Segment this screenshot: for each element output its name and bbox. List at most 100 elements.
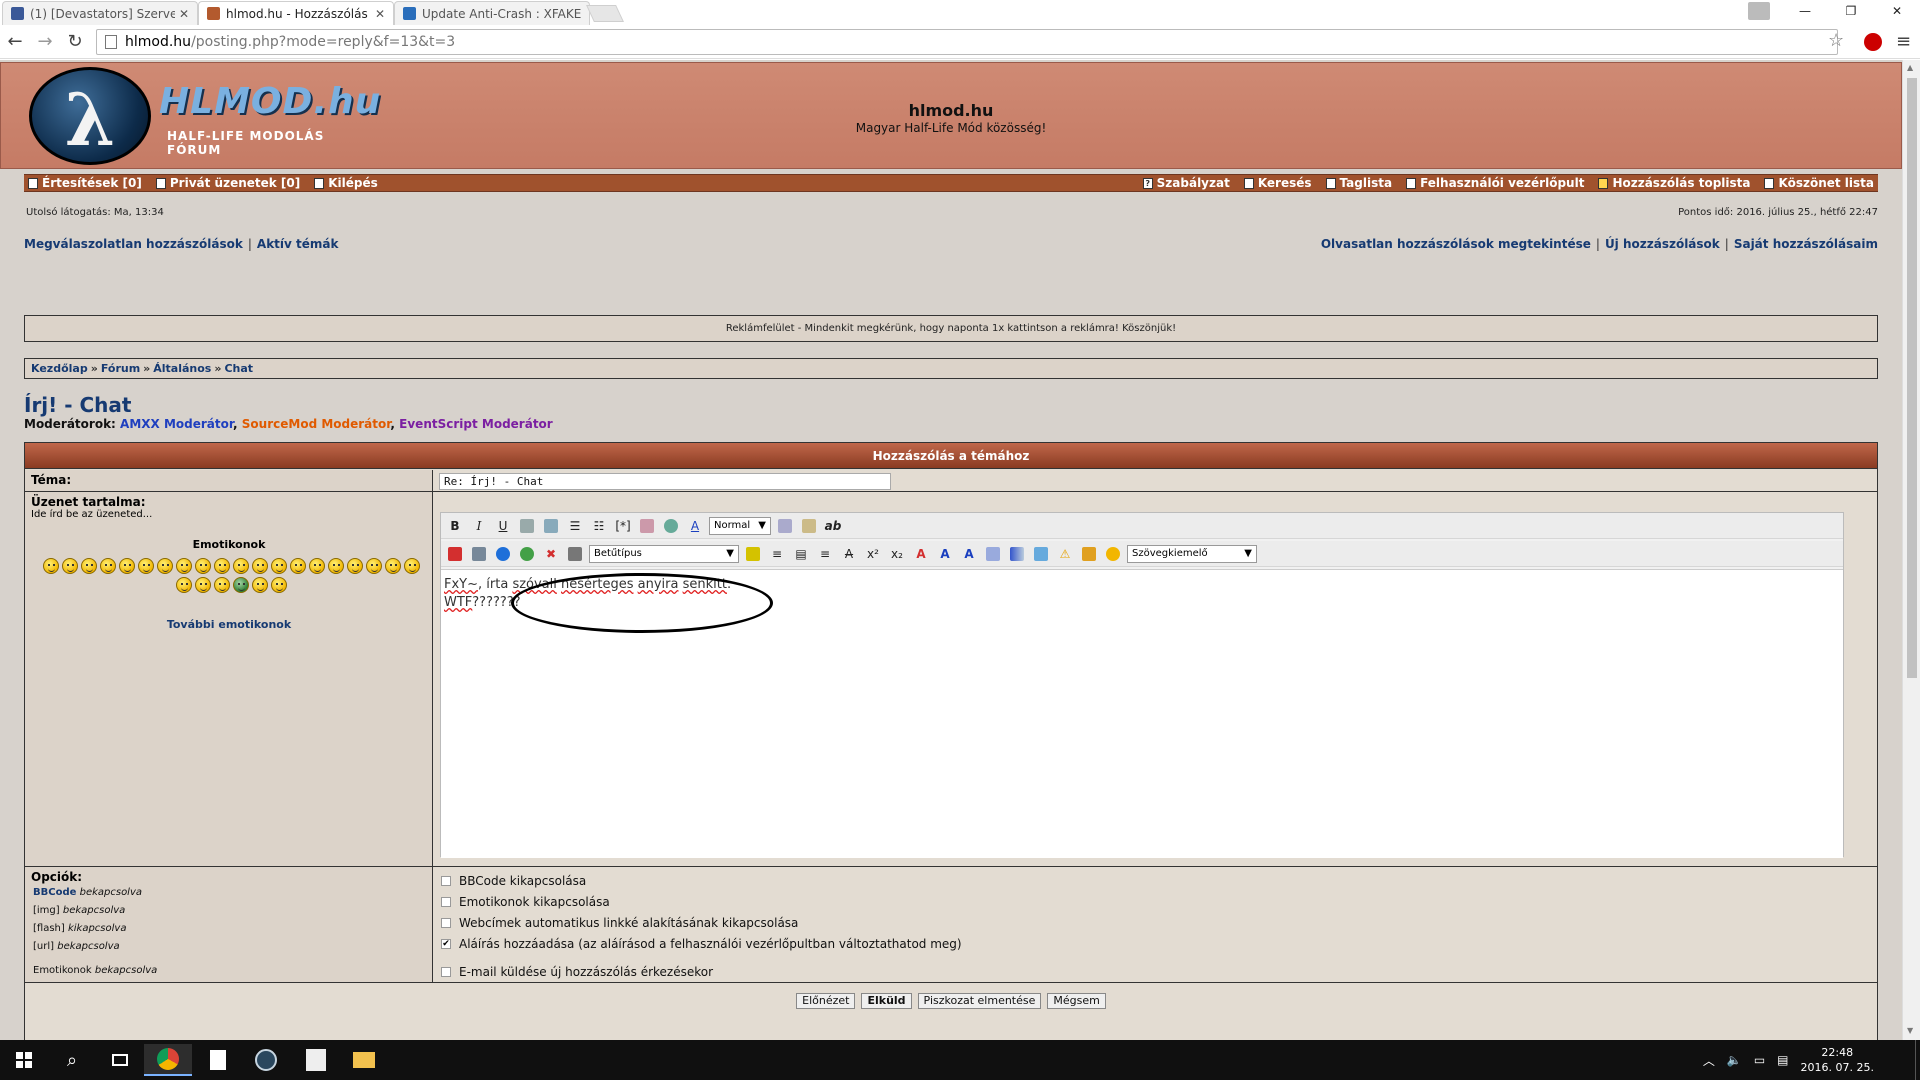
checkbox[interactable] bbox=[441, 876, 451, 886]
new-tab-button[interactable] bbox=[586, 5, 624, 22]
glow-text-icon[interactable]: A bbox=[959, 544, 979, 564]
smiley-icon[interactable] bbox=[61, 558, 78, 574]
quote-icon[interactable] bbox=[517, 516, 537, 536]
smiley-icon[interactable] bbox=[270, 558, 287, 574]
disable-magic-url-option[interactable]: Webcímek automatikus linkké alakításának… bbox=[441, 916, 798, 930]
green-smiley-icon[interactable] bbox=[232, 577, 249, 593]
reload-icon[interactable]: ↻ bbox=[60, 31, 90, 52]
smiley-icon[interactable] bbox=[118, 558, 135, 574]
disable-emoticons-option[interactable]: Emotikonok kikapcsolása bbox=[441, 895, 610, 909]
underline-icon[interactable]: U bbox=[493, 516, 513, 536]
warning-icon[interactable]: ⚠ bbox=[1055, 544, 1075, 564]
browser-tab-hlmod[interactable]: hlmod.hu - Hozzászólás a ✕ bbox=[198, 1, 394, 25]
link-icon[interactable] bbox=[661, 516, 681, 536]
nav-post-toplist[interactable]: Hozzászólás toplista bbox=[1598, 176, 1750, 190]
unanswered-posts-link[interactable]: Megválaszolatlan hozzászólások bbox=[24, 237, 243, 251]
nav-search[interactable]: Keresés bbox=[1243, 176, 1312, 190]
breadcrumb-chat[interactable]: Chat bbox=[224, 362, 253, 375]
scroll-down-icon[interactable]: ▼ bbox=[1907, 1026, 1913, 1035]
nav-private-messages[interactable]: Privát üzenetek [0] bbox=[155, 176, 300, 190]
breadcrumb-forum[interactable]: Fórum bbox=[101, 362, 140, 375]
topic-title[interactable]: Írj! - Chat bbox=[24, 393, 131, 417]
moderator-amxx[interactable]: AMXX Moderátor bbox=[120, 417, 233, 431]
new-posts-link[interactable]: Új hozzászólások bbox=[1605, 237, 1720, 251]
smiley-icon[interactable] bbox=[270, 577, 287, 593]
task-view-icon[interactable] bbox=[96, 1044, 144, 1076]
gradient-icon[interactable] bbox=[1007, 544, 1027, 564]
app-taskbar-icon[interactable] bbox=[292, 1044, 340, 1076]
bullet-list-icon[interactable]: ☰ bbox=[565, 516, 585, 536]
checkbox[interactable] bbox=[441, 897, 451, 907]
network-icon[interactable]: ▭ bbox=[1754, 1053, 1765, 1067]
devil-smiley-icon[interactable] bbox=[346, 558, 363, 574]
calculator-taskbar-icon[interactable] bbox=[194, 1044, 242, 1076]
speech-smiley-icon[interactable] bbox=[1103, 544, 1123, 564]
maximize-icon[interactable]: ❐ bbox=[1828, 0, 1874, 22]
brackets-icon[interactable]: [*] bbox=[613, 516, 633, 536]
page-scrollbar[interactable]: ▲ ▼ bbox=[1902, 60, 1920, 1040]
minimize-icon[interactable]: — bbox=[1782, 0, 1828, 22]
font-size-select[interactable]: Normal ▼ bbox=[709, 516, 771, 535]
breadcrumb-general[interactable]: Általános bbox=[153, 362, 211, 375]
nav-rules[interactable]: ? Szabályzat bbox=[1142, 176, 1230, 190]
question-smiley-icon[interactable] bbox=[403, 558, 420, 574]
smiley-icon[interactable] bbox=[365, 558, 382, 574]
smiley-icon[interactable] bbox=[156, 558, 173, 574]
profile-icon[interactable] bbox=[1748, 2, 1770, 20]
scroll-up-icon[interactable]: ▲ bbox=[1907, 63, 1913, 72]
sunglasses-smiley-icon[interactable] bbox=[213, 558, 230, 574]
upload-icon[interactable] bbox=[1031, 544, 1051, 564]
paste-icon[interactable] bbox=[799, 516, 819, 536]
smiley-icon[interactable] bbox=[251, 558, 268, 574]
tray-chevron-icon[interactable]: ︿ bbox=[1703, 1052, 1715, 1069]
taskbar-clock[interactable]: 22:48 2016. 07. 25. bbox=[1801, 1045, 1874, 1075]
tab-close-icon[interactable]: ✕ bbox=[179, 7, 189, 21]
notification-center-icon[interactable]: ▤ bbox=[1777, 1053, 1788, 1067]
devil-smiley-icon[interactable] bbox=[327, 558, 344, 574]
back-arrow-icon[interactable]: ← bbox=[0, 31, 30, 52]
address-bar[interactable]: hlmod.hu/posting.php?mode=reply&f=13&t=3 bbox=[96, 29, 1838, 55]
numbered-list-icon[interactable]: ☷ bbox=[589, 516, 609, 536]
smiley-icon[interactable] bbox=[251, 577, 268, 593]
unread-posts-link[interactable]: Olvasatlan hozzászólások megtekintése bbox=[1321, 237, 1591, 251]
nav-notifications[interactable]: Értesítések [0] bbox=[28, 176, 142, 190]
search-icon[interactable]: ⌕ bbox=[48, 1044, 96, 1076]
align-right-icon[interactable]: ≡ bbox=[815, 544, 835, 564]
drop-icon[interactable] bbox=[983, 544, 1003, 564]
youtube-icon[interactable] bbox=[445, 544, 465, 564]
exclamation-smiley-icon[interactable] bbox=[384, 558, 401, 574]
cross-icon[interactable]: ✖ bbox=[541, 544, 561, 564]
font-color-icon[interactable]: A bbox=[685, 516, 705, 536]
checkbox[interactable] bbox=[441, 918, 451, 928]
close-window-icon[interactable]: ✕ bbox=[1874, 0, 1920, 22]
font-family-select[interactable]: Betűtípus ▼ bbox=[589, 544, 739, 563]
start-button[interactable] bbox=[0, 1044, 48, 1076]
blue-text-icon[interactable]: A bbox=[935, 544, 955, 564]
text-highlight-select[interactable]: Szövegkiemelő ▼ bbox=[1127, 544, 1257, 563]
image-icon[interactable] bbox=[637, 516, 657, 536]
idea-smiley-icon[interactable] bbox=[175, 577, 192, 593]
volume-icon[interactable]: 🔈 bbox=[1727, 1053, 1742, 1067]
chrome-taskbar-icon[interactable] bbox=[144, 1044, 192, 1076]
smiley-icon[interactable] bbox=[194, 558, 211, 574]
info-icon[interactable] bbox=[493, 544, 513, 564]
breadcrumb-home[interactable]: Kezdőlap bbox=[31, 362, 88, 375]
extension-icon[interactable] bbox=[1864, 33, 1882, 51]
active-topics-link[interactable]: Aktív témák bbox=[257, 237, 339, 251]
steam-taskbar-icon[interactable] bbox=[242, 1044, 290, 1076]
check-icon[interactable] bbox=[517, 544, 537, 564]
tab-close-icon[interactable]: ✕ bbox=[375, 7, 385, 21]
forward-arrow-icon[interactable]: → bbox=[30, 31, 60, 52]
smiley-icon[interactable] bbox=[308, 558, 325, 574]
strikethrough-icon[interactable]: A bbox=[839, 544, 859, 564]
file-explorer-taskbar-icon[interactable] bbox=[340, 1044, 388, 1076]
nav-thanks-list[interactable]: Köszönet lista bbox=[1764, 176, 1874, 190]
attach-signature-option[interactable]: ✔ Aláírás hozzáadása (az aláírásod a felh… bbox=[441, 937, 962, 951]
code-icon[interactable] bbox=[541, 516, 561, 536]
video-icon[interactable] bbox=[469, 544, 489, 564]
scrollbar-thumb[interactable] bbox=[1907, 78, 1917, 678]
subject-input[interactable] bbox=[439, 473, 891, 490]
copy-icon[interactable] bbox=[775, 516, 795, 536]
more-emoticons-link[interactable]: További emotikonok bbox=[25, 618, 433, 631]
arrow-smiley-icon[interactable] bbox=[194, 577, 211, 593]
